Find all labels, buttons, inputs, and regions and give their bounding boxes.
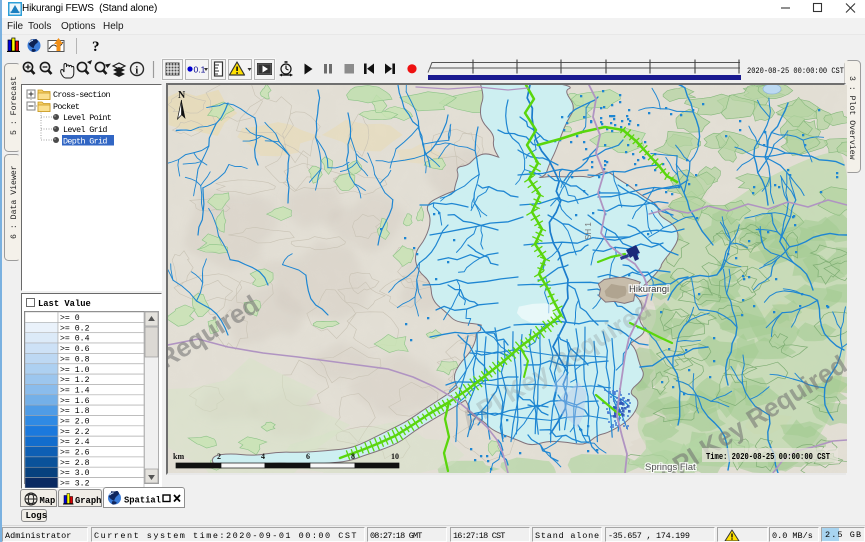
svg-text:>= 1.6: >= 1.6: [60, 397, 90, 406]
svg-text:>= 2.2: >= 2.2: [60, 428, 90, 437]
svg-text:>= 2.0: >= 2.0: [60, 418, 90, 427]
svg-text:>= 3.0: >= 3.0: [60, 469, 90, 478]
svg-text:>= 0.4: >= 0.4: [60, 335, 90, 344]
svg-text:Depth Grid: Depth Grid: [63, 137, 107, 147]
svg-text:>= 1.8: >= 1.8: [60, 407, 90, 416]
svg-text:>= 0: >= 0: [60, 314, 80, 323]
svg-text:Level Point: Level Point: [63, 113, 112, 123]
svg-text:>= 1.2: >= 1.2: [60, 376, 90, 385]
svg-text:>= 3.2: >= 3.2: [60, 480, 90, 488]
svg-text:>= 2.4: >= 2.4: [60, 438, 90, 447]
svg-text:Map: Map: [40, 496, 56, 506]
svg-text:6 : Data Viewer: 6 : Data Viewer: [9, 165, 19, 239]
svg-text:Springs Flat: Springs Flat: [645, 462, 696, 473]
svg-text:N: N: [178, 90, 186, 101]
svg-text:10: 10: [391, 452, 399, 461]
svg-text:Hikurangi: Hikurangi: [629, 284, 669, 295]
svg-text:5 : Forecast: 5 : Forecast: [10, 76, 19, 135]
svg-text:2: 2: [217, 452, 221, 461]
svg-text:SH 1: SH 1: [584, 222, 593, 240]
svg-text:>= 0.2: >= 0.2: [60, 324, 90, 333]
svg-text:?: ?: [92, 39, 100, 55]
svg-text:km: km: [173, 452, 184, 461]
svg-text:>= 1.0: >= 1.0: [60, 366, 90, 375]
svg-text:Level Grid: Level Grid: [63, 125, 107, 135]
svg-text:8: 8: [351, 452, 355, 461]
svg-text:Cross-section: Cross-section: [53, 90, 111, 100]
svg-text:>= 2.8: >= 2.8: [60, 459, 90, 468]
svg-text:6: 6: [306, 452, 310, 461]
svg-text:Pocket: Pocket: [53, 102, 80, 112]
svg-text:Last Value: Last Value: [38, 299, 91, 309]
svg-text:>= 2.6: >= 2.6: [60, 449, 90, 458]
svg-text:>= 0.6: >= 0.6: [60, 345, 90, 354]
svg-text:Spatial: Spatial: [124, 496, 161, 506]
svg-text:4: 4: [261, 452, 265, 461]
svg-text:>= 0.8: >= 0.8: [60, 355, 90, 364]
svg-text:>= 1.4: >= 1.4: [60, 387, 90, 396]
svg-text:3 : Plot Overview: 3 : Plot Overview: [847, 76, 857, 160]
svg-text:Graph: Graph: [75, 496, 101, 506]
svg-text:Time: 2020-08-25 00:00:00 CST: Time: 2020-08-25 00:00:00 CST: [706, 452, 830, 462]
